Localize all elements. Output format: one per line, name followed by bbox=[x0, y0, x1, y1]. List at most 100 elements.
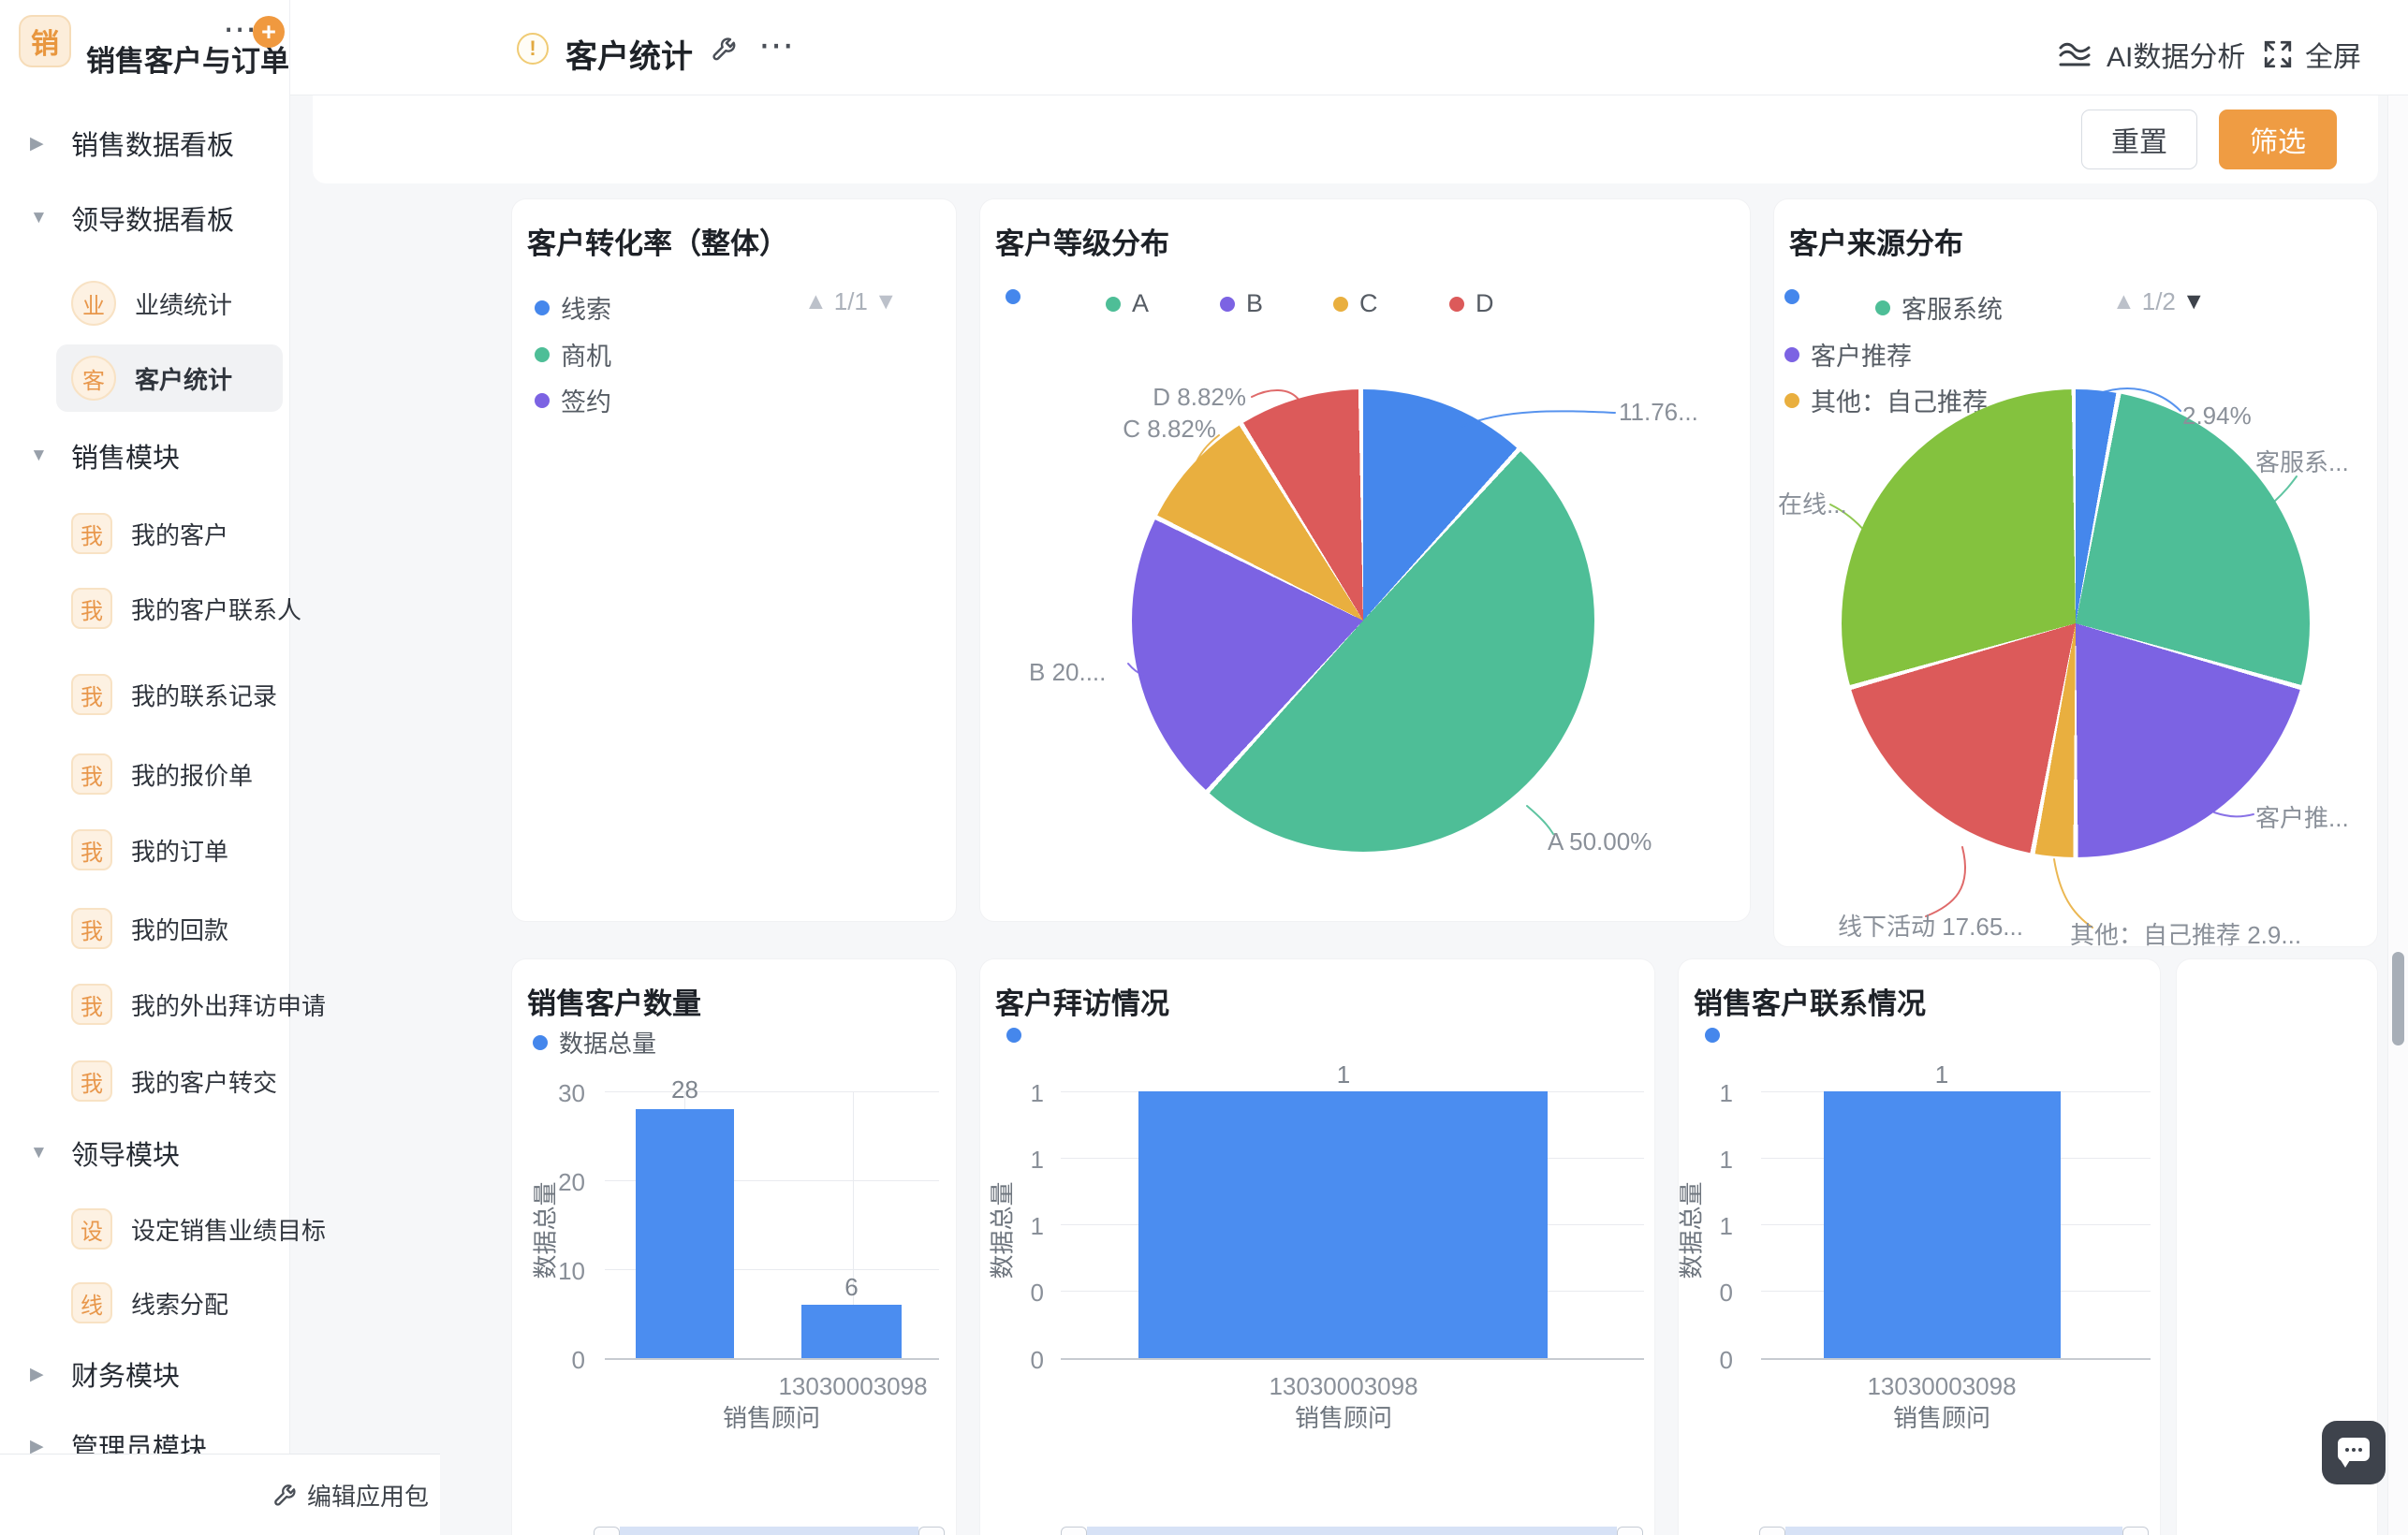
y-tick: 1 bbox=[999, 1212, 1044, 1241]
pie-callout-blue: 2.94% bbox=[2182, 402, 2252, 431]
bar-value-6[interactable] bbox=[801, 1305, 902, 1358]
datazoom-right-handle[interactable] bbox=[1617, 1527, 1643, 1535]
vertical-scrollbar bbox=[2387, 95, 2408, 1535]
sidebar-item-my-customer-transfers[interactable]: 我 我的客户转交 bbox=[71, 1057, 277, 1105]
pager-down-icon[interactable]: ▼ bbox=[874, 288, 898, 315]
warning-icon: ! bbox=[517, 33, 549, 65]
legend-item-b[interactable]: B bbox=[1220, 289, 1263, 318]
x-tick: 13030003098 bbox=[1250, 1372, 1437, 1401]
legend-item-blank[interactable] bbox=[1784, 289, 1811, 304]
sidebar-item-my-quotes[interactable]: 我 我的报价单 bbox=[71, 750, 253, 798]
datazoom-left-handle[interactable] bbox=[594, 1527, 620, 1535]
legend-item-data-total[interactable]: 数据总量 bbox=[533, 1025, 656, 1060]
sidebar-item-customer-stats[interactable]: 客 客户统计 bbox=[56, 344, 283, 412]
sidebar-item-set-sales-targets[interactable]: 设 设定销售业绩目标 bbox=[71, 1205, 326, 1253]
add-page-button[interactable]: + bbox=[253, 16, 285, 48]
datazoom-right-handle[interactable] bbox=[2122, 1527, 2149, 1535]
legend-label: D bbox=[1476, 289, 1494, 318]
legend-dot bbox=[535, 393, 550, 408]
pie-chart-customer-level[interactable] bbox=[1132, 389, 1594, 852]
pie-callout-d: D 8.82% bbox=[1115, 383, 1246, 412]
sidebar-item-my-contact-records[interactable]: 我 我的联系记录 bbox=[71, 670, 277, 719]
bar-data-label: 1 bbox=[1895, 1060, 1989, 1089]
legend-item-leads[interactable]: 线索 bbox=[535, 289, 611, 326]
bar-value-28[interactable] bbox=[636, 1109, 734, 1358]
legend-label: 数据总量 bbox=[559, 1025, 656, 1060]
page-more-icon[interactable]: ⋯ bbox=[758, 24, 792, 66]
chevron-right-icon: ▶ bbox=[30, 1364, 51, 1385]
legend-item-blank[interactable] bbox=[1705, 1028, 1720, 1043]
legend-label: 客户推荐 bbox=[1811, 336, 1912, 373]
datazoom-right-handle[interactable] bbox=[918, 1527, 945, 1535]
sidebar-item-my-customers[interactable]: 我 我的客户 bbox=[71, 509, 228, 558]
app-more-icon[interactable]: ⋯ bbox=[223, 9, 255, 49]
legend-item-opportunities[interactable]: 商机 bbox=[535, 336, 611, 373]
chat-bubble-icon bbox=[2338, 1438, 2370, 1461]
datazoom-track[interactable] bbox=[620, 1527, 918, 1535]
legend-item-blank[interactable] bbox=[1006, 1028, 1021, 1043]
pager-up-icon[interactable]: ▲ bbox=[804, 288, 828, 315]
card-customer-level: 客户等级分布 A B C D bbox=[979, 198, 1751, 922]
sidebar-item-my-payments[interactable]: 我 我的回款 bbox=[71, 904, 228, 953]
app-title: 销售客户与订单... bbox=[86, 37, 314, 80]
sidebar-item-label: 我的客户 bbox=[131, 517, 228, 551]
pie-callout-offline: 线下活动 17.65... bbox=[1838, 908, 2023, 943]
sidebar-item-label: 领导模块 bbox=[71, 1133, 180, 1173]
legend-dot bbox=[1875, 300, 1890, 315]
sidebar-item-label: 我的订单 bbox=[131, 833, 228, 868]
chevron-right-icon: ▶ bbox=[30, 133, 51, 154]
bar-value-1[interactable] bbox=[1138, 1091, 1548, 1358]
my-customer-contacts-icon: 我 bbox=[71, 588, 112, 629]
legend-pager: ▲ 1/2 ▼ bbox=[2112, 287, 2206, 316]
legend-item-customer-referral[interactable]: 客户推荐 bbox=[1784, 336, 1912, 373]
sidebar-item-sales-module[interactable]: ▼ 销售模块 bbox=[30, 435, 180, 476]
y-tick: 1 bbox=[1688, 1212, 1733, 1241]
sidebar-item-label: 我的客户联系人 bbox=[131, 592, 301, 626]
sidebar-item-my-visit-requests[interactable]: 我 我的外出拜访申请 bbox=[71, 980, 326, 1029]
sidebar-item-performance-stats[interactable]: 业 业绩统计 bbox=[71, 279, 232, 328]
sidebar-item-my-customer-contacts[interactable]: 我 我的客户联系人 bbox=[71, 584, 301, 633]
pager-down-icon[interactable]: ▼ bbox=[2182, 288, 2206, 315]
pager-up-icon[interactable]: ▲ bbox=[2112, 288, 2136, 315]
sidebar-item-label: 我的回款 bbox=[131, 912, 228, 946]
legend-item-service-system[interactable]: 客服系统 bbox=[1875, 289, 2003, 326]
my-quotes-icon: 我 bbox=[71, 753, 112, 795]
datazoom-left-handle[interactable] bbox=[1759, 1527, 1785, 1535]
ai-analysis-button[interactable]: AI数据分析 bbox=[2056, 34, 2245, 75]
legend-item-other-self-referral[interactable]: 其他：自己推荐 bbox=[1784, 382, 1988, 418]
pie-callout-c: C 8.82% bbox=[1085, 415, 1216, 444]
sidebar-item-leader-module[interactable]: ▼ 领导模块 bbox=[30, 1133, 180, 1174]
fullscreen-button[interactable]: 全屏 bbox=[2262, 34, 2361, 75]
y-tick: 0 bbox=[1688, 1346, 1733, 1375]
sidebar-item-finance-module[interactable]: ▶ 财务模块 bbox=[30, 1353, 180, 1395]
app-window: 销 销售客户与订单... ⋯ + ▶ 销售数据看板 ▼ 领导数据看板 业 业绩统… bbox=[0, 0, 2408, 1535]
reset-button[interactable]: 重置 bbox=[2081, 110, 2197, 169]
pie-chart-customer-source[interactable] bbox=[1842, 389, 2310, 857]
datazoom-left-handle[interactable] bbox=[1061, 1527, 1087, 1535]
datazoom-track[interactable] bbox=[1785, 1527, 2122, 1535]
legend-item-a[interactable]: A bbox=[1106, 289, 1149, 318]
legend-item-blank[interactable] bbox=[1006, 289, 1032, 304]
legend-item-d[interactable]: D bbox=[1449, 289, 1494, 318]
sidebar-item-my-orders[interactable]: 我 我的订单 bbox=[71, 826, 228, 874]
sidebar-item-leader-data-dashboard[interactable]: ▼ 领导数据看板 bbox=[30, 197, 234, 239]
fullscreen-icon bbox=[2262, 38, 2294, 70]
pager-page: 1/2 bbox=[2142, 287, 2176, 316]
sidebar-item-sales-data-dashboard[interactable]: ▶ 销售数据看板 bbox=[30, 123, 234, 164]
card-title: 客户来源分布 bbox=[1789, 220, 1963, 262]
legend-item-signed[interactable]: 签约 bbox=[535, 382, 611, 418]
bar-data-label: 1 bbox=[1297, 1060, 1390, 1089]
my-customers-icon: 我 bbox=[71, 513, 112, 554]
sidebar-item-lead-assignment[interactable]: 线 线索分配 bbox=[71, 1279, 228, 1327]
my-visit-requests-icon: 我 bbox=[71, 984, 112, 1025]
card-title: 销售客户数量 bbox=[527, 980, 701, 1022]
bar-value-1[interactable] bbox=[1824, 1091, 2061, 1358]
chat-button[interactable] bbox=[2322, 1421, 2386, 1484]
sidebar: 销 销售客户与订单... ⋯ + ▶ 销售数据看板 ▼ 领导数据看板 业 业绩统… bbox=[0, 0, 290, 1535]
legend-item-c[interactable]: C bbox=[1333, 289, 1378, 318]
scrollbar-thumb[interactable] bbox=[2392, 952, 2404, 1045]
filter-button[interactable]: 筛选 bbox=[2219, 110, 2337, 169]
sidebar-item-label: 领导数据看板 bbox=[71, 198, 234, 238]
page-settings-button[interactable] bbox=[710, 36, 738, 64]
datazoom-track[interactable] bbox=[1087, 1527, 1617, 1535]
